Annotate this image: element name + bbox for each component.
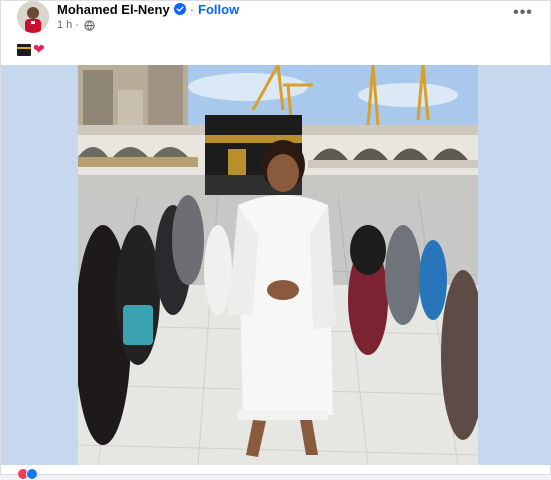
verified-badge-icon xyxy=(173,3,186,15)
media-container xyxy=(1,65,551,465)
author-row: Mohamed El-Neny · Follow xyxy=(57,1,239,17)
post-caption: ❤ xyxy=(17,41,45,58)
like-reaction-icon xyxy=(26,468,38,480)
more-options-icon[interactable]: ••• xyxy=(509,3,537,23)
post-timestamp[interactable]: 1 h xyxy=(57,19,72,31)
kaaba-emoji-icon xyxy=(17,43,31,56)
follow-button[interactable]: Follow xyxy=(198,2,239,17)
more-options-label: ••• xyxy=(513,4,533,21)
heart-emoji: ❤ xyxy=(33,41,45,57)
separator-dot: · xyxy=(189,1,195,17)
facebook-post: Mohamed El-Neny · Follow 1 h · ••• ❤ xyxy=(0,0,551,480)
avatar[interactable] xyxy=(17,1,49,33)
photo-illustration xyxy=(78,65,478,465)
post-meta: 1 h · xyxy=(57,18,95,32)
post-header: Mohamed El-Neny · Follow 1 h · ••• xyxy=(17,1,537,37)
meta-separator-dot: · xyxy=(75,19,79,31)
author-name[interactable]: Mohamed El-Neny xyxy=(57,2,170,17)
post-photo[interactable] xyxy=(78,65,478,465)
reactions-preview[interactable] xyxy=(17,468,38,480)
globe-icon[interactable] xyxy=(84,19,95,31)
